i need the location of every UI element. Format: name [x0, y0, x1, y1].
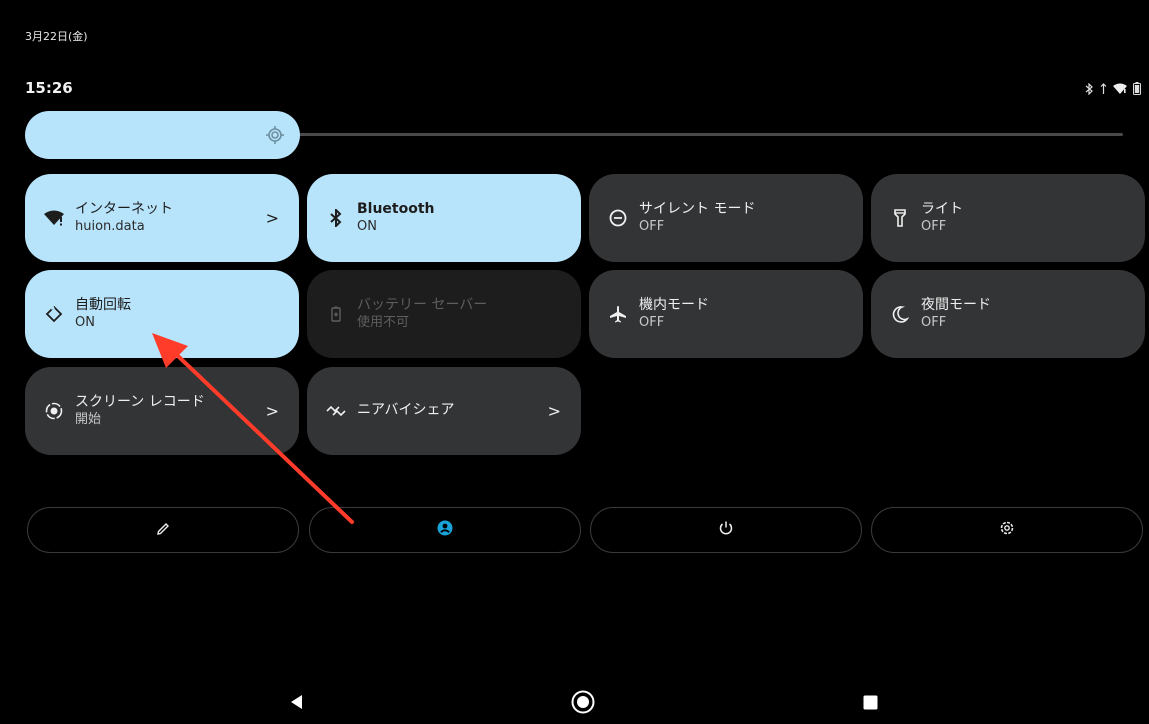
recents-square-icon	[863, 695, 878, 714]
annotation-arrow	[152, 333, 354, 524]
home-circle-icon	[571, 690, 595, 718]
recents-button[interactable]	[862, 695, 878, 714]
home-button[interactable]	[571, 690, 595, 718]
back-button[interactable]	[289, 694, 305, 714]
back-triangle-icon	[290, 694, 304, 714]
